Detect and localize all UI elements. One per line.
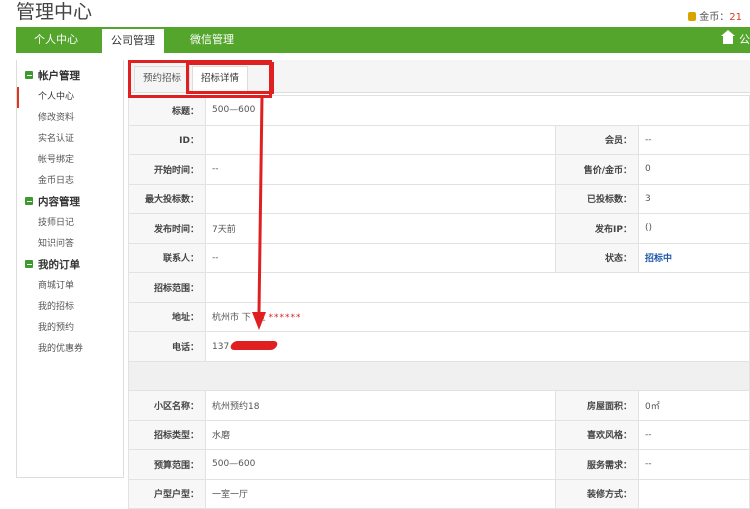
coins-value: 21 xyxy=(729,12,742,23)
table-row: 联系人： -- 状态： 招标中 xyxy=(129,243,750,273)
sidebar: 帐户管理 个人中心 修改资料 实名认证 帐号绑定 金币日志 内容管理 技师日记 … xyxy=(16,60,124,478)
sidebar-item-tech-diary[interactable]: 技师日记 xyxy=(17,213,123,234)
redaction-scribble xyxy=(230,341,279,350)
bid-detail-table: 标题： 500—600 ID： 会员： -- 开始时间： -- 售价/金币： 0… xyxy=(128,95,750,509)
table-row: ID： 会员： -- xyxy=(129,125,750,155)
table-row: 户型户型： 一室一厅 装修方式： xyxy=(129,479,750,509)
redaction-stars: ****** xyxy=(269,313,302,323)
top-nav: 个人中心 公司管理 微信管理 公 xyxy=(16,27,750,53)
table-row: 标题： 500—600 xyxy=(129,96,750,126)
collapse-icon xyxy=(25,260,33,268)
coin-icon xyxy=(688,12,696,21)
address-value: 杭州市 下 区 ****** xyxy=(206,302,750,332)
sidebar-item-verification[interactable]: 实名认证 xyxy=(17,129,123,150)
table-row: 发布时间： 7天前 发布IP： () xyxy=(129,214,750,244)
table-row: 招标类型： 水磨 喜欢风格： -- xyxy=(129,420,750,450)
sidebar-item-my-bids[interactable]: 我的招标 xyxy=(17,297,123,318)
collapse-icon xyxy=(25,197,33,205)
table-row: 地址： 杭州市 下 区 ****** xyxy=(129,302,750,332)
table-separator xyxy=(129,361,750,391)
bid-title-value: 500—600 xyxy=(206,96,750,126)
sidebar-item-coin-log[interactable]: 金币日志 xyxy=(17,171,123,192)
nav-home-label: 公 xyxy=(739,33,750,46)
table-row: 电话： 137 xyxy=(129,332,750,362)
table-row: 小区名称： 杭州预约18 房屋面积： 0㎡ xyxy=(129,391,750,421)
home-icon xyxy=(723,36,733,44)
coin-balance: 金币：21 xyxy=(688,8,742,23)
table-row: 预算范围： 500—600 服务需求： -- xyxy=(129,450,750,480)
sidebar-group-account[interactable]: 帐户管理 xyxy=(17,66,123,87)
sidebar-item-personal-center[interactable]: 个人中心 xyxy=(17,87,123,108)
sidebar-group-orders[interactable]: 我的订单 xyxy=(17,255,123,276)
highlight-box-inner xyxy=(186,62,274,94)
page-title: 管理中心 xyxy=(16,0,92,24)
sidebar-item-account-binding[interactable]: 帐号绑定 xyxy=(17,150,123,171)
sidebar-group-content[interactable]: 内容管理 xyxy=(17,192,123,213)
nav-personal-center[interactable]: 个人中心 xyxy=(16,27,96,53)
table-row: 最大投标数： 已投标数： 3 xyxy=(129,184,750,214)
sidebar-item-my-coupons[interactable]: 我的优惠券 xyxy=(17,339,123,360)
status-badge: 招标中 xyxy=(645,254,672,264)
nav-company-management[interactable]: 公司管理 xyxy=(102,27,164,53)
table-row: 招标范围： xyxy=(129,273,750,303)
sidebar-item-edit-profile[interactable]: 修改资料 xyxy=(17,108,123,129)
coins-label: 金币： xyxy=(699,12,729,23)
phone-value: 137 xyxy=(206,332,750,362)
nav-home[interactable]: 公 xyxy=(723,27,750,53)
sidebar-item-shop-orders[interactable]: 商城订单 xyxy=(17,276,123,297)
nav-wechat-management[interactable]: 微信管理 xyxy=(176,27,248,53)
collapse-icon xyxy=(25,71,33,79)
table-row: 开始时间： -- 售价/金币： 0 xyxy=(129,155,750,185)
sidebar-item-my-reservations[interactable]: 我的预约 xyxy=(17,318,123,339)
main-content: 预约招标 招标详情 标题： 500—600 ID： 会员： -- 开始时间： -… xyxy=(128,60,750,477)
sidebar-item-qa[interactable]: 知识问答 xyxy=(17,234,123,255)
